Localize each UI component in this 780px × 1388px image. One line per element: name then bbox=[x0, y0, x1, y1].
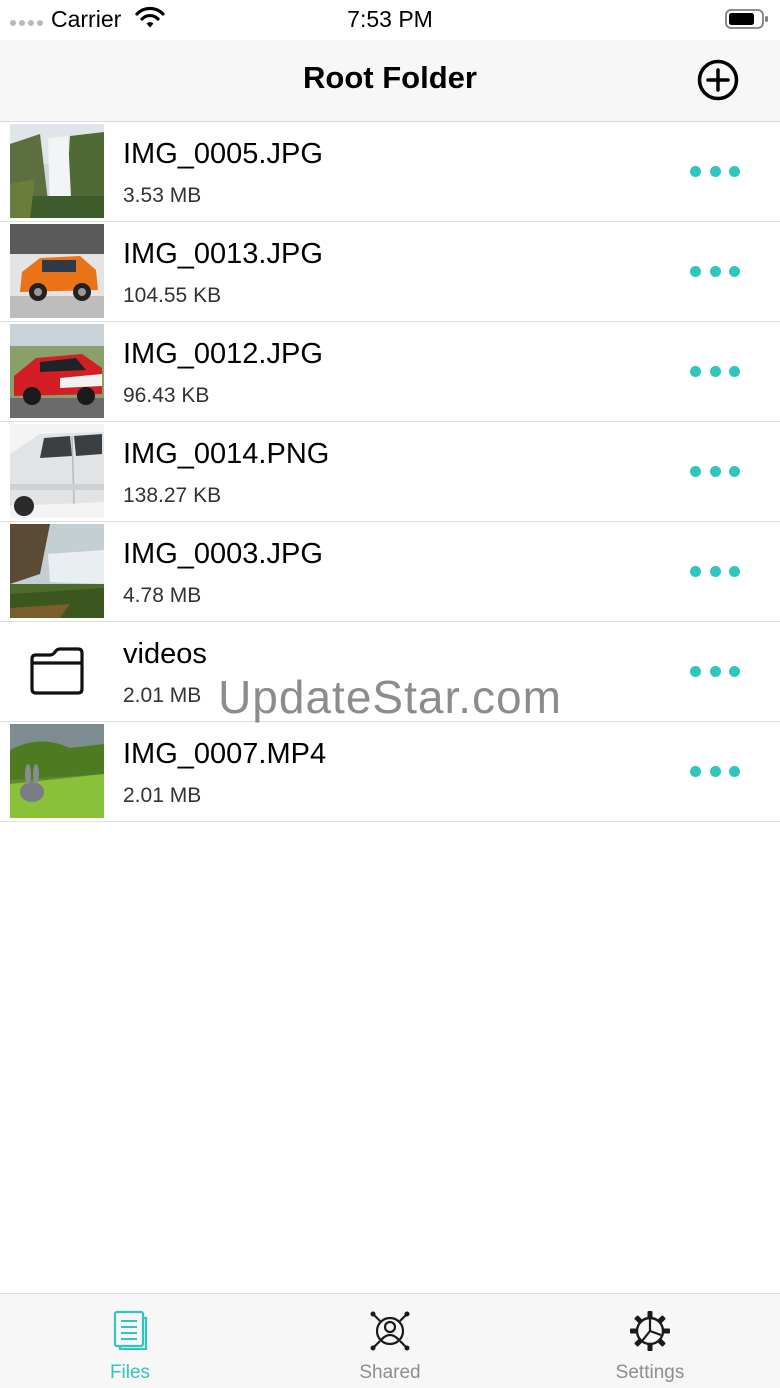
file-row[interactable]: IMG_0014.PNG 138.27 KB bbox=[0, 422, 780, 522]
more-options-button[interactable] bbox=[690, 360, 740, 382]
more-options-button[interactable] bbox=[690, 460, 740, 482]
file-row[interactable]: IMG_0007.MP4 2.01 MB bbox=[0, 722, 780, 822]
tab-files[interactable]: Files bbox=[50, 1294, 210, 1388]
status-time: 7:53 PM bbox=[347, 6, 433, 32]
file-name: IMG_0003.JPG bbox=[123, 538, 323, 570]
cliff-falls-thumbnail bbox=[10, 524, 104, 618]
file-size: 104.55 KB bbox=[123, 284, 222, 307]
tab-label: Shared bbox=[359, 1362, 421, 1383]
plus-circle-icon bbox=[697, 59, 739, 101]
tab-label: Files bbox=[109, 1362, 151, 1383]
file-row[interactable]: IMG_0012.JPG 96.43 KB bbox=[0, 322, 780, 422]
file-name: IMG_0014.PNG bbox=[123, 438, 330, 470]
more-options-button[interactable] bbox=[690, 560, 740, 582]
gear-icon bbox=[570, 1310, 730, 1352]
waterfall-thumbnail bbox=[10, 124, 104, 218]
status-bar: Carrier 7:53 PM bbox=[0, 0, 780, 40]
battery-icon bbox=[725, 9, 769, 34]
tab-label: Settings bbox=[615, 1362, 685, 1383]
page-title: Root Folder bbox=[303, 60, 477, 95]
orange-car-thumbnail bbox=[10, 224, 104, 318]
race-car-thumbnail bbox=[10, 324, 104, 418]
file-name: IMG_0007.MP4 bbox=[123, 738, 327, 770]
file-row[interactable]: IMG_0005.JPG 3.53 MB bbox=[0, 122, 780, 222]
document-icon bbox=[50, 1310, 210, 1350]
white-car-thumbnail bbox=[10, 424, 104, 518]
more-options-button[interactable] bbox=[690, 260, 740, 282]
shared-people-icon bbox=[310, 1310, 470, 1352]
file-size: 3.53 MB bbox=[123, 184, 202, 207]
more-options-button[interactable] bbox=[690, 660, 740, 682]
folder-icon bbox=[10, 624, 104, 718]
tab-shared[interactable]: Shared bbox=[310, 1294, 470, 1388]
file-list: IMG_0005.JPG 3.53 MB IMG_0013.JPG 104.55… bbox=[0, 122, 780, 822]
file-size: 96.43 KB bbox=[123, 384, 210, 407]
file-name: IMG_0013.JPG bbox=[123, 238, 323, 270]
file-name: IMG_0005.JPG bbox=[123, 138, 323, 170]
file-size: 4.78 MB bbox=[123, 584, 202, 607]
grass-bunny-thumbnail bbox=[10, 724, 104, 818]
more-options-button[interactable] bbox=[690, 760, 740, 782]
tab-settings[interactable]: Settings bbox=[570, 1294, 730, 1388]
add-button[interactable] bbox=[696, 58, 740, 102]
tab-bar: Files Shared Settings bbox=[0, 1293, 780, 1388]
folder-row[interactable]: videos 2.01 MB bbox=[0, 622, 780, 722]
navigation-bar: Root Folder bbox=[0, 40, 780, 122]
file-name: IMG_0012.JPG bbox=[123, 338, 323, 370]
file-row[interactable]: IMG_0013.JPG 104.55 KB bbox=[0, 222, 780, 322]
file-size: 138.27 KB bbox=[123, 484, 222, 507]
more-options-button[interactable] bbox=[690, 160, 740, 182]
file-row[interactable]: IMG_0003.JPG 4.78 MB bbox=[0, 522, 780, 622]
file-size: 2.01 MB bbox=[123, 684, 202, 707]
file-name: videos bbox=[123, 638, 207, 670]
file-size: 2.01 MB bbox=[123, 784, 202, 807]
